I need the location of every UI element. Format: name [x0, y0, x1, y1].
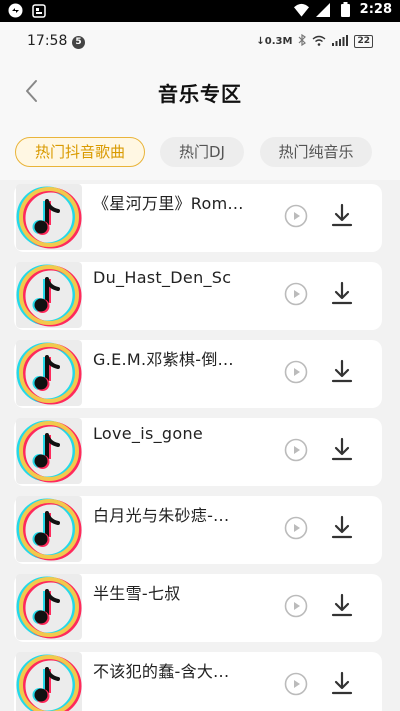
play-icon [284, 282, 308, 306]
song-row[interactable]: Love_is_gone [14, 418, 382, 486]
net-speed: ↓0.3M [256, 36, 293, 47]
music-note-icon [16, 576, 82, 639]
bluetooth-icon [298, 33, 307, 49]
cloud-sync-icon [8, 3, 23, 18]
song-title: Du_Hast_Den_Sc [93, 268, 232, 287]
download-icon [331, 437, 353, 461]
tab-pure-music[interactable]: 热门纯音乐 [260, 137, 372, 167]
download-button[interactable] [330, 280, 354, 306]
play-icon [284, 438, 308, 462]
song-row[interactable]: 半生雪-七叔 [14, 574, 382, 642]
play-button[interactable] [284, 360, 308, 384]
system-clock: 2:28 [359, 2, 392, 17]
music-note-icon [16, 264, 82, 327]
download-button[interactable] [330, 358, 354, 384]
download-button[interactable] [330, 202, 354, 228]
app-status-row: 17:58 5 ↓0.3M 22 [0, 22, 400, 62]
song-cover [16, 496, 82, 562]
play-button[interactable] [284, 672, 308, 696]
battery-level: 22 [354, 35, 373, 48]
play-button[interactable] [284, 438, 308, 462]
song-cover [16, 262, 82, 328]
tab-douyin-songs[interactable]: 热门抖音歌曲 [15, 137, 145, 167]
play-icon [284, 594, 308, 618]
tab-dj[interactable]: 热门DJ [160, 137, 244, 167]
song-title: G.E.M.邓紫棋-倒... [93, 350, 234, 369]
song-cover [16, 418, 82, 484]
download-icon [331, 671, 353, 695]
page-header: 音乐专区 [0, 62, 400, 124]
play-icon [284, 672, 308, 696]
category-tabs: 热门抖音歌曲 热门DJ 热门纯音乐 [0, 124, 400, 180]
signal-bars-icon [332, 34, 349, 49]
song-row[interactable]: 不该犯的蠢-含大... [14, 652, 382, 711]
download-icon [331, 515, 353, 539]
song-title: 不该犯的蠢-含大... [93, 662, 230, 681]
download-button[interactable] [330, 514, 354, 540]
play-button[interactable] [284, 282, 308, 306]
download-button[interactable] [330, 436, 354, 462]
play-icon [284, 360, 308, 384]
music-note-icon [16, 654, 82, 711]
download-arrow-icon: ↓ [256, 36, 265, 47]
song-title: Love_is_gone [93, 424, 204, 443]
song-title: 半生雪-七叔 [93, 584, 181, 603]
play-button[interactable] [284, 594, 308, 618]
song-row[interactable]: 《星河万里》Rom... [14, 184, 382, 252]
play-icon [284, 204, 308, 228]
song-row[interactable]: G.E.M.邓紫棋-倒... [14, 340, 382, 408]
download-icon [331, 281, 353, 305]
cell-signal-icon [316, 2, 331, 17]
battery-icon [338, 2, 353, 17]
play-button[interactable] [284, 204, 308, 228]
music-note-icon [16, 420, 82, 483]
status-badge: 5 [72, 36, 85, 49]
song-cover [16, 652, 82, 711]
song-cover [16, 574, 82, 640]
song-row[interactable]: 白月光与朱砂痣-... [14, 496, 382, 564]
song-title: 《星河万里》Rom... [93, 194, 244, 213]
notification-icon [31, 3, 46, 18]
page-title: 音乐专区 [158, 82, 242, 106]
music-note-icon [16, 186, 82, 249]
download-icon [331, 593, 353, 617]
song-cover [16, 184, 82, 250]
play-button[interactable] [284, 516, 308, 540]
download-button[interactable] [330, 670, 354, 696]
play-icon [284, 516, 308, 540]
download-icon [331, 203, 353, 227]
download-button[interactable] [330, 592, 354, 618]
wifi-small-icon [312, 35, 326, 49]
status-time: 17:58 [27, 33, 68, 49]
song-title: 白月光与朱砂痣-... [93, 506, 230, 525]
download-icon [331, 359, 353, 383]
wifi-icon [293, 2, 309, 17]
song-cover [16, 340, 82, 406]
music-note-icon [16, 342, 82, 405]
song-row[interactable]: Du_Hast_Den_Sc [14, 262, 382, 330]
system-status-bar: 2:28 [0, 0, 400, 22]
music-note-icon [16, 498, 82, 561]
